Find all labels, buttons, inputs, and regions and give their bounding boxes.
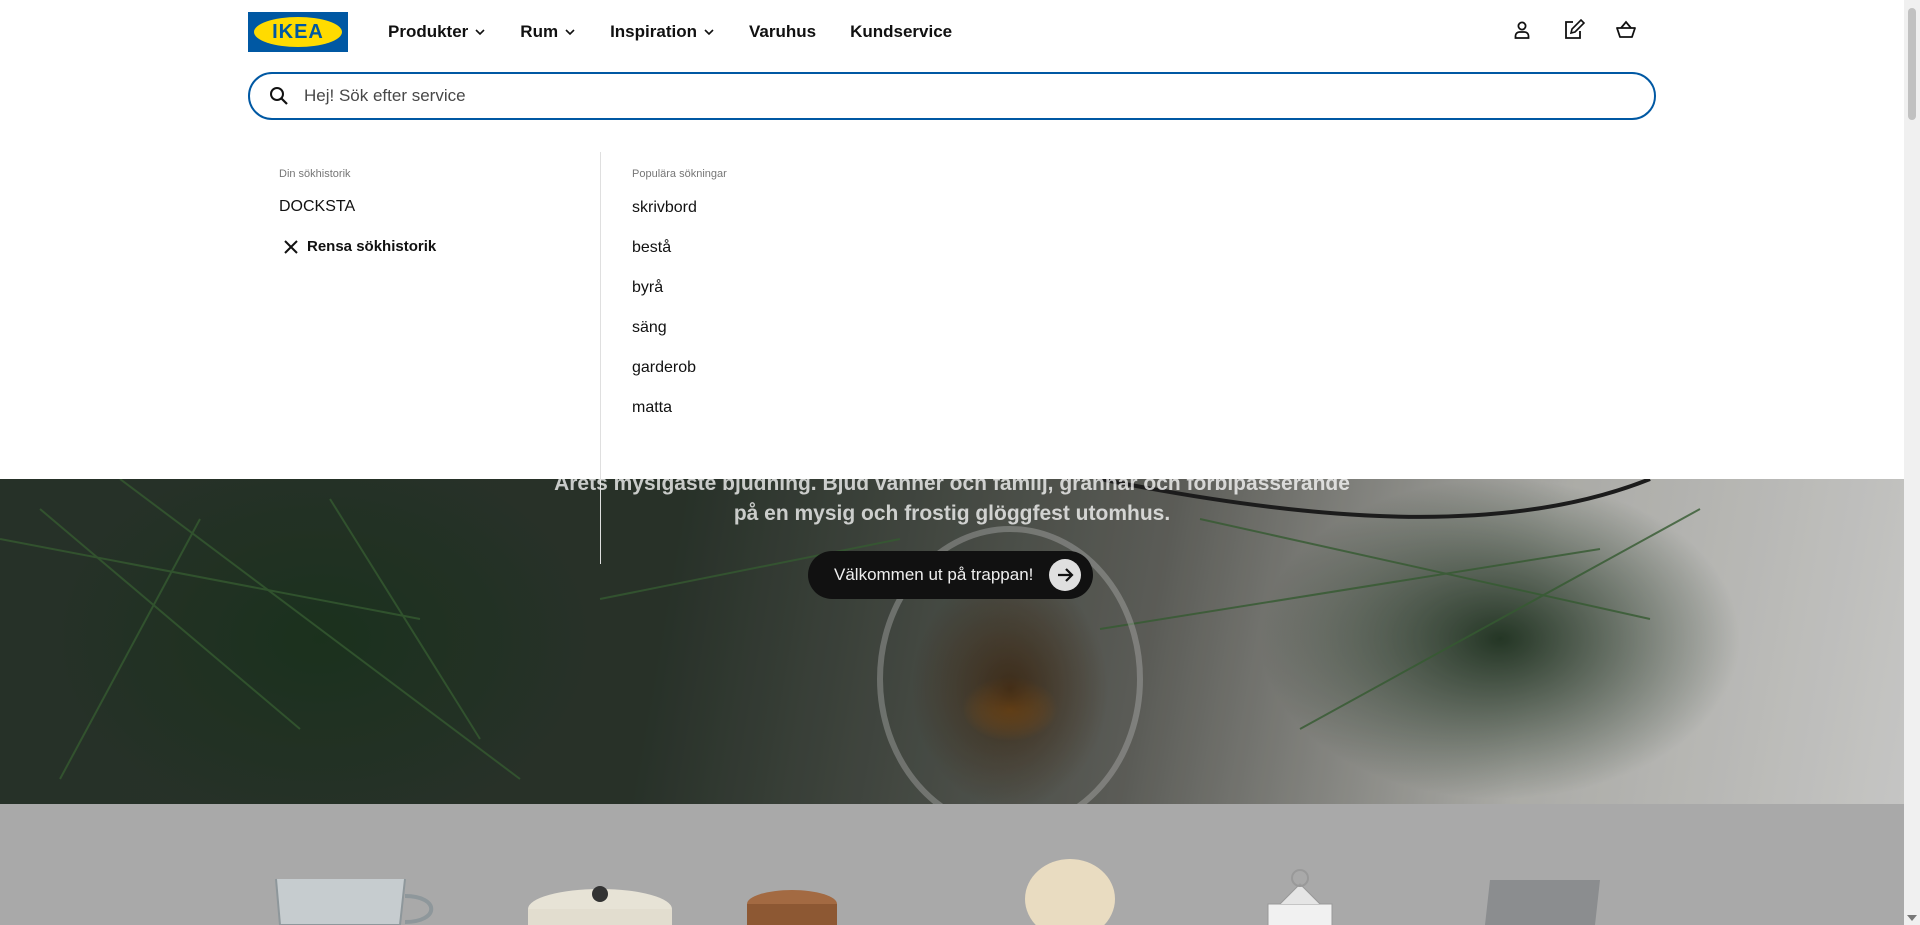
search-input[interactable]: [304, 86, 1504, 106]
nav-inspiration[interactable]: Inspiration: [610, 22, 715, 42]
search-history: Din sökhistorik DOCKSTA Rensa sökhistori…: [279, 168, 599, 255]
popular-searches: Populära sökningar skrivbord bestå byrå …: [632, 168, 727, 438]
hero-text-line2: på en mysig och frostig glöggfest utomhu…: [733, 502, 1171, 525]
scrollbar-thumb[interactable]: [1908, 8, 1916, 120]
nav-label: Kundservice: [850, 22, 953, 41]
page-scrollbar[interactable]: [1904, 0, 1920, 925]
nav-label: Varuhus: [748, 22, 817, 41]
coasters-product: [747, 890, 837, 925]
hero-cta-button[interactable]: Välkommen ut på trappan!: [808, 551, 1094, 599]
column-divider: [600, 152, 601, 564]
search-icon: [270, 87, 288, 105]
nav-label: Produkter: [388, 22, 469, 41]
popular-item[interactable]: byrå: [632, 278, 727, 318]
hero-text-line1: Årets mysigaste bjudning. Bjud vänner oc…: [554, 479, 1350, 495]
search-suggestions-panel: Din sökhistorik DOCKSTA Rensa sökhistori…: [0, 125, 1904, 564]
clear-history-label: Rensa sökhistorik: [307, 238, 437, 255]
user-icon[interactable]: [1510, 18, 1534, 42]
hero-banner: Årets mysigaste bjudning. Bjud vänner oc…: [0, 479, 1904, 804]
history-title: Din sökhistorik: [279, 168, 351, 180]
ikea-logo[interactable]: IKEA: [248, 12, 348, 52]
nav-produkter[interactable]: Produkter: [388, 22, 486, 42]
popular-item[interactable]: säng: [632, 318, 727, 358]
hero-text: Årets mysigaste bjudning. Bjud vänner oc…: [0, 479, 1904, 529]
history-item-docksta[interactable]: DOCKSTA: [279, 198, 599, 216]
nav-kundservice[interactable]: Kundservice: [850, 22, 952, 42]
nav-label: Rum: [520, 22, 559, 41]
nav-label: Inspiration: [610, 22, 697, 41]
popular-item[interactable]: skrivbord: [632, 198, 727, 238]
chevron-down-icon: [704, 29, 714, 36]
chevron-down-icon: [475, 29, 485, 36]
hero-cta-label: Välkommen ut på trappan!: [834, 565, 1034, 584]
arrow-right-icon: [1049, 559, 1082, 591]
main-nav: Produkter Rum Inspiration Varuhus Kundse…: [388, 20, 986, 44]
close-icon: [284, 239, 298, 254]
shopping-list-icon[interactable]: [1562, 18, 1586, 42]
product-strip: [0, 804, 1904, 925]
popular-item[interactable]: matta: [632, 398, 727, 438]
nav-varuhus[interactable]: Varuhus: [749, 22, 816, 42]
logo-text: IKEA: [272, 20, 324, 43]
header-icons: [1510, 18, 1638, 42]
lantern-product: [1267, 869, 1333, 925]
search-bar[interactable]: [248, 72, 1656, 120]
textile-product: [1485, 880, 1600, 925]
popular-item[interactable]: bestå: [632, 238, 727, 278]
scroll-down-arrow-icon[interactable]: [1907, 915, 1917, 921]
nav-rum[interactable]: Rum: [520, 22, 576, 42]
cart-icon[interactable]: [1614, 18, 1638, 42]
product-images: [275, 859, 1600, 925]
clear-history-button[interactable]: Rensa sökhistorik: [283, 238, 599, 255]
chevron-down-icon: [565, 29, 575, 36]
glass-mug-product: [275, 878, 434, 925]
brush-product: [1025, 859, 1115, 925]
popular-title: Populära sökningar: [632, 168, 727, 180]
site-header: IKEA Produkter Rum Inspiration Varuhus K…: [0, 0, 1904, 125]
popular-item[interactable]: garderob: [632, 358, 727, 398]
logo-oval: IKEA: [254, 17, 342, 47]
pot-product: [528, 886, 672, 925]
